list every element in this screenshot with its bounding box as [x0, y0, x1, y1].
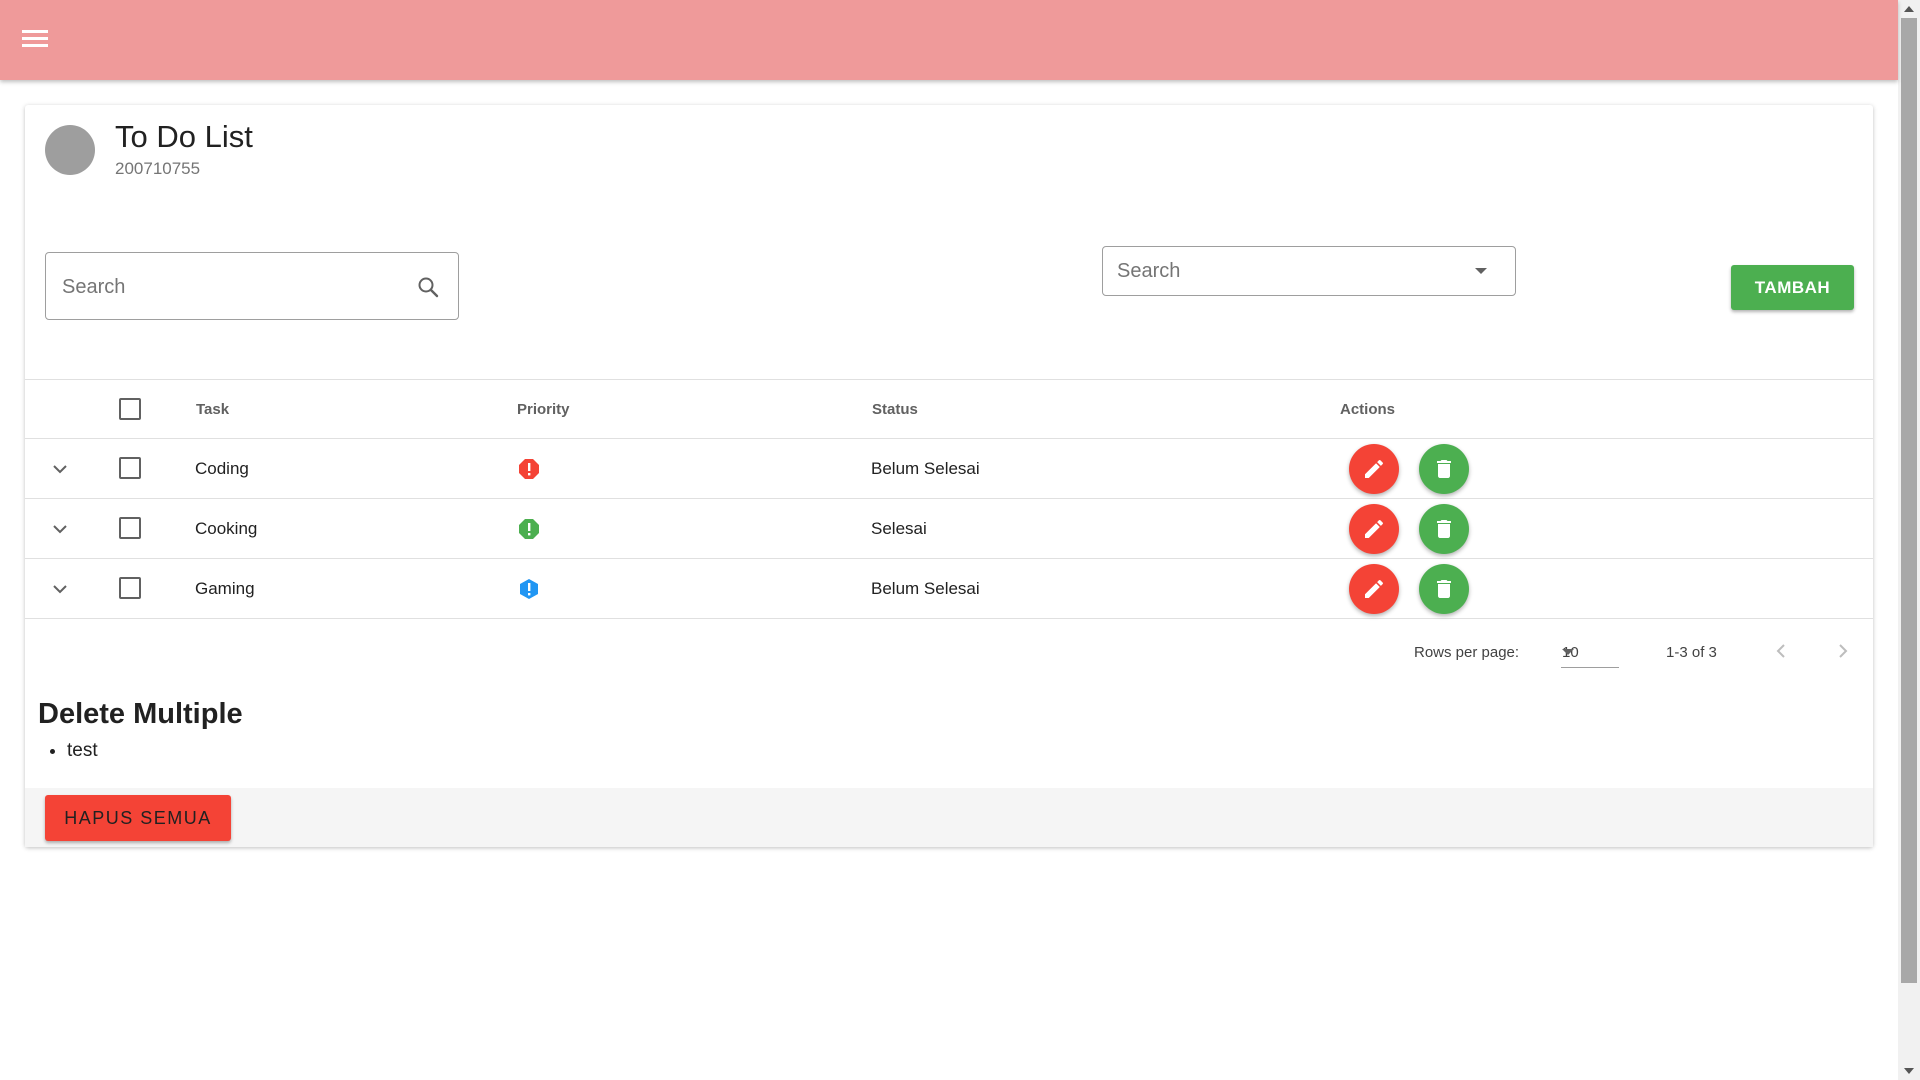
column-header-status: Status — [872, 401, 918, 418]
delete-button[interactable] — [1419, 564, 1469, 614]
next-page-icon[interactable] — [1833, 641, 1853, 661]
edit-button[interactable] — [1349, 444, 1399, 494]
selected-items-list: test — [37, 740, 98, 762]
tasks-table: Task Priority Status Actions Coding Belu… — [25, 379, 1873, 687]
expand-chevron-icon[interactable] — [50, 579, 70, 599]
delete-footer: HAPUS SEMUA — [25, 788, 1873, 847]
trash-icon — [1437, 580, 1451, 598]
page-scrollbar[interactable] — [1898, 0, 1920, 1080]
table-row: Coding Belum Selesai — [25, 439, 1873, 499]
row-checkbox[interactable] — [119, 517, 141, 539]
previous-page-icon[interactable] — [1771, 641, 1791, 661]
app-bar — [0, 0, 1898, 80]
search-input[interactable] — [60, 271, 404, 303]
scroll-up-arrow-icon[interactable] — [1904, 6, 1914, 12]
trash-icon — [1437, 460, 1451, 478]
table-row: Cooking Selesai — [25, 499, 1873, 559]
pagination-range: 1-3 of 3 — [1666, 644, 1717, 661]
hamburger-menu-icon[interactable] — [22, 30, 48, 50]
trash-icon — [1437, 520, 1451, 538]
pencil-icon — [1365, 579, 1384, 598]
pagination: Rows per page: 10 1-3 of 3 — [25, 619, 1873, 687]
add-task-button[interactable]: TAMBAH — [1731, 265, 1854, 310]
priority-alert-icon — [519, 459, 539, 479]
task-status: Belum Selesai — [871, 579, 980, 598]
list-item: test — [67, 740, 98, 762]
dropdown-caret-icon — [1475, 268, 1487, 274]
task-name: Cooking — [195, 519, 258, 538]
expand-chevron-icon[interactable] — [50, 519, 70, 539]
delete-multiple-title: Delete Multiple — [38, 698, 243, 730]
task-name: Gaming — [195, 579, 255, 598]
row-checkbox[interactable] — [119, 457, 141, 479]
search-field[interactable] — [45, 252, 459, 320]
page-subtitle: 200710755 — [115, 159, 201, 178]
scroll-down-arrow-icon[interactable] — [1904, 1068, 1914, 1074]
delete-button[interactable] — [1419, 504, 1469, 554]
delete-button[interactable] — [1419, 444, 1469, 494]
edit-button[interactable] — [1349, 564, 1399, 614]
table-row: Gaming Belum Selesai — [25, 559, 1873, 619]
task-status: Belum Selesai — [871, 459, 980, 478]
scrollbar-thumb[interactable] — [1901, 18, 1917, 983]
page-title: To Do List — [115, 119, 253, 154]
select-all-checkbox[interactable] — [119, 398, 141, 420]
dropdown-caret-icon — [1562, 649, 1574, 655]
rows-per-page-label: Rows per page: — [1414, 644, 1520, 661]
search-icon[interactable] — [416, 275, 440, 299]
status-filter-select[interactable]: Search — [1102, 246, 1516, 296]
task-status: Selesai — [871, 519, 927, 538]
delete-multiple-section: Delete Multiple test HAPUS SEMUA — [25, 694, 1873, 847]
rows-per-page-select[interactable]: 10 — [1561, 633, 1619, 668]
priority-info-icon — [520, 579, 538, 599]
pencil-icon — [1365, 459, 1384, 478]
filter-placeholder: Search — [1117, 260, 1181, 282]
pencil-icon — [1365, 519, 1384, 538]
column-header-priority: Priority — [517, 401, 570, 418]
delete-all-button[interactable]: HAPUS SEMUA — [45, 795, 231, 841]
expand-chevron-icon[interactable] — [50, 459, 70, 479]
table-header: Task Priority Status Actions — [25, 379, 1873, 439]
column-header-task: Task — [196, 401, 230, 418]
avatar — [45, 125, 95, 175]
row-checkbox[interactable] — [119, 577, 141, 599]
edit-button[interactable] — [1349, 504, 1399, 554]
task-name: Coding — [195, 459, 249, 478]
priority-alert-icon — [519, 519, 539, 539]
column-header-actions: Actions — [1340, 401, 1396, 418]
